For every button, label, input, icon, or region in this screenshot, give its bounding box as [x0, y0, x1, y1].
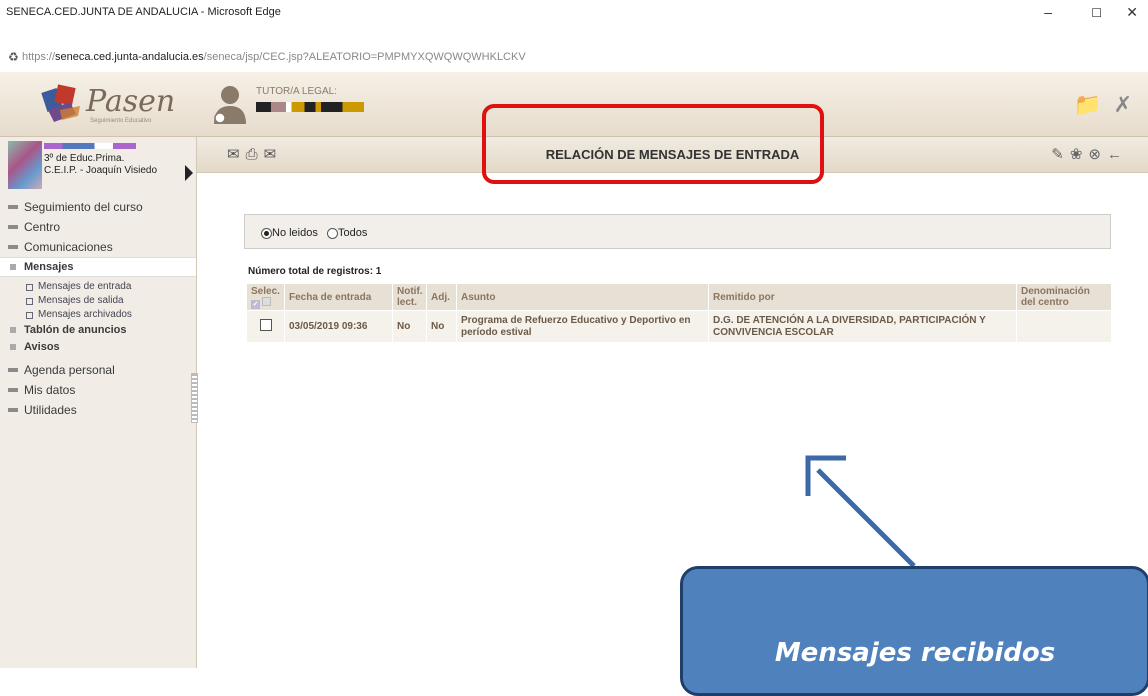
bullet-icon [10, 264, 16, 270]
minimize-icon[interactable]: – [1044, 4, 1052, 20]
col-selec: Selec. ✓ [246, 283, 285, 311]
square-bullet-icon [26, 312, 33, 319]
filter-panel: No leidos Todos [244, 214, 1111, 249]
col-remitido[interactable]: Remitido por [708, 283, 1017, 311]
expand-arrow-icon[interactable] [185, 165, 193, 181]
deselect-all-icon[interactable] [262, 296, 271, 306]
logo-subtitle: Seguimiento Educativo [90, 118, 152, 124]
logo-text: Pasen [86, 84, 176, 119]
col-fecha[interactable]: Fecha de entrada [284, 283, 393, 311]
sidebar-item-tablon[interactable]: Tablón de anuncios [0, 322, 196, 339]
row-checkbox[interactable] [259, 318, 272, 331]
cell-asunto[interactable]: Programa de Refuerzo Educativo y Deporti… [456, 310, 709, 343]
square-bullet-icon [26, 284, 33, 291]
header-icons: 📁 ✗ [1074, 92, 1132, 118]
pasen-logo-icon [41, 84, 80, 122]
sidebar-item-mensajes-archivados[interactable]: Mensajes archivados [0, 308, 196, 322]
cell-denominacion [1016, 310, 1112, 343]
sidebar-item-centro[interactable]: Centro [0, 217, 196, 237]
annotation-callout: Mensajes recibidos [680, 566, 1148, 696]
col-adj[interactable]: Adj. [426, 283, 457, 311]
cell-adj: No [426, 310, 457, 343]
maximize-icon[interactable]: ☐ [1091, 6, 1102, 20]
title-highlight-box [482, 104, 824, 184]
col-notif[interactable]: Notif. lect. [392, 283, 427, 311]
cancel-icon[interactable]: ⊗ [1088, 146, 1107, 163]
sidebar-item-comunicaciones[interactable]: Comunicaciones [0, 237, 196, 257]
row-select-cell [246, 310, 285, 343]
lock-icon: ♻ [8, 50, 19, 64]
bullet-icon [8, 225, 18, 229]
sidebar-item-avisos[interactable]: Avisos [0, 339, 196, 356]
sidebar-item-utilidades[interactable]: Utilidades [0, 400, 196, 420]
sidebar-menu: Seguimiento del curso Centro Comunicacio… [0, 197, 196, 420]
student-school: C.E.I.P. - Joaquín Visiedo [44, 165, 158, 176]
bullet-icon [8, 388, 18, 392]
select-all-icon[interactable]: ✓ [251, 299, 260, 309]
student-photo [8, 141, 42, 189]
bullet-icon [10, 344, 16, 350]
toolbar-right-icons: ✎❀⊗← [1051, 145, 1128, 163]
bullet-icon [8, 368, 18, 372]
callout-text: Mensajes recibidos [774, 638, 1056, 668]
bullet-icon [8, 205, 18, 209]
col-denominacion[interactable]: Denominación del centro [1016, 283, 1112, 311]
user-card[interactable]: 3º de Educ.Prima. C.E.I.P. - Joaquín Vis… [0, 137, 196, 193]
sidebar: 3º de Educ.Prima. C.E.I.P. - Joaquín Vis… [0, 137, 198, 668]
sidebar-item-seguimiento[interactable]: Seguimiento del curso [0, 197, 196, 217]
sidebar-resize-handle[interactable] [191, 373, 198, 423]
radio-todos[interactable] [327, 228, 338, 239]
student-course: 3º de Educ.Prima. [44, 153, 125, 164]
table-row[interactable]: 03/05/2019 09:36 No No Programa de Refue… [246, 310, 1112, 343]
cell-notif: No [392, 310, 427, 343]
radio-no-leidos[interactable] [261, 228, 272, 239]
bullet-icon [8, 245, 18, 249]
sidebar-item-mensajes-entrada[interactable]: Mensajes de entrada [0, 280, 196, 294]
tutor-avatar [214, 86, 246, 124]
bullet-icon [10, 327, 16, 333]
folder-icon[interactable]: 📁 [1074, 92, 1101, 117]
square-bullet-icon [26, 298, 33, 305]
tools-icon[interactable]: ✗ [1114, 92, 1132, 117]
url-text[interactable]: https://seneca.ced.junta-andalucia.es/se… [22, 51, 526, 63]
sidebar-item-mensajes[interactable]: Mensajes [0, 257, 196, 277]
back-icon[interactable]: ← [1107, 146, 1128, 163]
tutor-label: TUTOR/A LEGAL: [256, 86, 337, 97]
tutor-name-redacted [256, 102, 364, 112]
table-header-row: Selec. ✓ Fecha de entrada Notif. lect. Ad… [246, 283, 1112, 311]
records-count: Número total de registros: 1 [248, 266, 382, 277]
col-asunto[interactable]: Asunto [456, 283, 709, 311]
radio-no-leidos-label[interactable]: No leidos [272, 227, 318, 239]
sidebar-item-agenda[interactable]: Agenda personal [0, 360, 196, 380]
sidebar-item-misdatos[interactable]: Mis datos [0, 380, 196, 400]
cell-remitido: D.G. DE ATENCIÓN A LA DIVERSIDAD, PARTIC… [708, 310, 1017, 343]
radio-todos-label[interactable]: Todos [338, 227, 367, 239]
sidebar-item-mensajes-salida[interactable]: Mensajes de salida [0, 294, 196, 308]
close-icon[interactable]: ✕ [1126, 4, 1138, 21]
pasen-logo[interactable]: Pasen Seguimiento Educativo [40, 80, 190, 128]
cell-fecha[interactable]: 03/05/2019 09:36 [284, 310, 393, 343]
bullet-icon [8, 408, 18, 412]
messages-table: Selec. ✓ Fecha de entrada Notif. lect. Ad… [246, 283, 1112, 343]
address-bar[interactable]: ♻ https://seneca.ced.junta-andalucia.es/… [0, 42, 1148, 73]
signature-icon[interactable]: ✎ [1051, 146, 1070, 163]
arrow-shaft [816, 468, 916, 568]
browser-title-bar: SENECA.CED.JUNTA DE ANDALUCIA - Microsof… [0, 0, 1148, 42]
arrow-head [805, 455, 846, 496]
student-name-redacted [44, 143, 136, 149]
bug-icon[interactable]: ❀ [1070, 146, 1089, 163]
window-title: SENECA.CED.JUNTA DE ANDALUCIA - Microsof… [6, 6, 281, 18]
